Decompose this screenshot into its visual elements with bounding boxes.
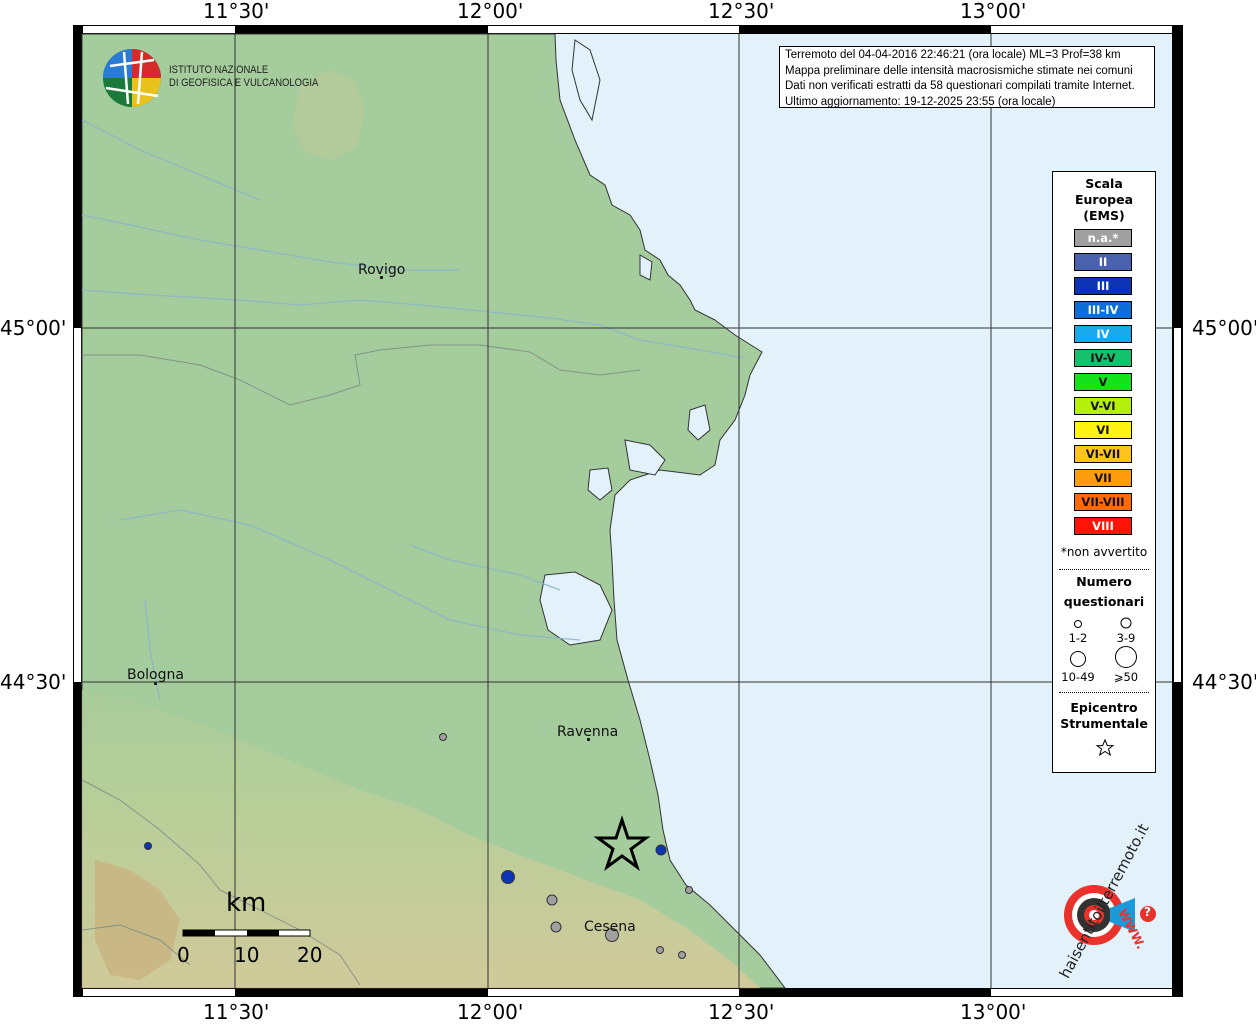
point-iii <box>501 870 515 884</box>
institute-line-1: ISTITUTO NAZIONALE <box>169 64 269 76</box>
count-title-2: questionari <box>1063 594 1145 609</box>
point-na <box>439 733 447 741</box>
legend-swatch: IV <box>1074 325 1132 343</box>
town-label-rovigo: Rovigo <box>358 262 406 278</box>
legend-swatch: VI-VII <box>1074 445 1132 463</box>
event-info-line: Terremoto del 04-04-2016 22:46:21 (ora l… <box>785 49 1121 61</box>
event-info-line: Mappa preliminare delle intensità macros… <box>785 64 1133 77</box>
town-label-ravenna: Ravenna <box>557 724 619 740</box>
event-info-line: Dati non verificati estratti da 58 quest… <box>785 80 1135 92</box>
lon-label-top: 11°30' <box>203 0 270 23</box>
legend-swatch: VII-VIII <box>1074 493 1132 511</box>
epicenter-title-1: Epicentro <box>1070 700 1138 715</box>
lon-label-top: 12°30' <box>708 0 775 23</box>
size-label: 3-9 <box>1116 631 1136 645</box>
lon-label-bottom: 11°30' <box>203 1000 270 1024</box>
scale-bar-tick: 20 <box>297 943 323 967</box>
lon-label-top: 13°00' <box>960 0 1027 23</box>
question-icon: ? <box>1144 905 1151 919</box>
lat-label-right: 44°30' <box>1192 670 1256 694</box>
legend-title-line: Scala <box>1085 176 1123 191</box>
town-label-bologna: Bologna <box>127 667 184 683</box>
legend-separator <box>1059 569 1149 570</box>
lat-label-right: 45°00' <box>1192 316 1256 340</box>
legend-swatch: III <box>1074 277 1132 295</box>
epicenter-legend-star-icon <box>1095 738 1115 757</box>
scale-bar-tick: 10 <box>234 943 260 967</box>
scale-bar <box>182 929 311 937</box>
count-title-1: Numero <box>1076 574 1132 589</box>
legend-swatch: III-IV <box>1074 301 1132 319</box>
size-label: 1-2 <box>1068 631 1088 645</box>
point-iii <box>144 842 152 850</box>
ingv-globe-icon <box>103 49 161 107</box>
event-info-box: Terremoto del 04-04-2016 22:46:21 (ora l… <box>779 46 1155 108</box>
legend-note: *non avvertito <box>1060 545 1148 559</box>
legend-title-line: (EMS) <box>1083 208 1125 223</box>
lon-label-bottom: 12°30' <box>708 1000 775 1024</box>
scale-bar-tick: 0 <box>177 943 190 967</box>
point-na <box>550 921 562 933</box>
institute-name: ISTITUTO NAZIONALE DI GEOFISICA E VULCAN… <box>169 64 318 90</box>
size-label: 10-49 <box>1061 670 1095 684</box>
legend-panel: Scala Europea (EMS) n.a.* II III III-IV IV IV… <box>1052 171 1156 773</box>
institute-line-2: DI GEOFISICA E VULCANOLOGIA <box>169 77 319 89</box>
legend-swatch: II <box>1074 253 1132 271</box>
legend-separator <box>1059 692 1149 693</box>
legend-swatch: V-VI <box>1074 397 1132 415</box>
point-na <box>685 886 693 894</box>
point-na <box>546 894 558 906</box>
legend-title-line: Europea <box>1074 192 1134 207</box>
legend-swatch: n.a.* <box>1074 229 1132 247</box>
lat-label-left: 44°30' <box>0 670 67 694</box>
legend-swatch: IV-V <box>1074 349 1132 367</box>
legend-swatch: V <box>1074 373 1132 391</box>
event-info-line: Ultimo aggiornamento: 19-12-2025 23:55 (… <box>785 95 1056 108</box>
point-na <box>656 946 664 954</box>
town-label-cesena: Cesena <box>584 919 636 935</box>
epicenter-title-2: Strumentale <box>1060 716 1148 731</box>
size-label: ⩾50 <box>1113 670 1139 684</box>
legend-swatch: VIII <box>1074 517 1132 535</box>
lon-label-bottom: 12°00' <box>457 1000 524 1024</box>
lon-label-top: 12°00' <box>457 0 524 23</box>
legend-swatch: VI <box>1074 421 1132 439</box>
point-iii <box>655 844 667 856</box>
point-na <box>678 951 686 959</box>
legend-title: Scala Europea (EMS) <box>1053 176 1155 224</box>
scale-bar-title: km <box>226 888 267 918</box>
legend-swatch: VII <box>1074 469 1132 487</box>
lon-label-bottom: 13°00' <box>960 1000 1027 1024</box>
haisentito-logo-text: haisentitoilterremoto.it WWW. ? <box>1036 821 1156 982</box>
lat-label-left: 45°00' <box>0 316 67 340</box>
